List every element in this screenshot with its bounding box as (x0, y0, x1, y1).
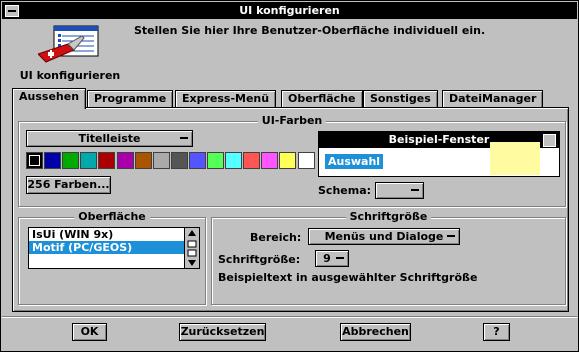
schema-label: Schema: (318, 184, 372, 197)
cancel-button-label: Abbrechen (342, 325, 409, 338)
help-button-label: ? (493, 325, 500, 338)
font-size-value: 9 (323, 252, 331, 265)
tab-label: Programme (94, 92, 167, 105)
ok-button-label: OK (80, 325, 99, 338)
chevron-down-icon (447, 235, 455, 237)
tab-programme[interactable]: Programme (87, 90, 174, 107)
preview-window: Beispiel-Fenster Auswahl (318, 131, 560, 177)
tab-label: Express-Menü (182, 92, 270, 105)
color-swatch[interactable] (134, 152, 152, 169)
tab-label: Oberfläche (288, 92, 356, 105)
color-swatch[interactable] (26, 152, 43, 169)
256-colors-button-label: 256 Farben... (27, 178, 110, 191)
preview-yellow-area (490, 142, 540, 175)
cancel-button[interactable]: Abbrechen (340, 323, 411, 341)
chevron-down-icon (180, 137, 188, 139)
preview-title: Beispiel-Fenster (388, 133, 490, 146)
surface-group-title: Oberfläche (74, 210, 150, 223)
help-button[interactable]: ? (483, 323, 510, 341)
color-swatch[interactable] (225, 152, 243, 169)
preview-close-icon (543, 134, 556, 147)
ui-config-icon-label: UI konfigurieren (19, 69, 121, 82)
window-title: UI konfigurieren (239, 4, 340, 17)
color-swatch[interactable] (80, 152, 98, 169)
color-swatch[interactable] (207, 152, 224, 169)
tab-sonstiges[interactable]: Sonstiges (363, 90, 438, 107)
256-colors-button[interactable]: 256 Farben... (26, 176, 111, 194)
area-select[interactable]: Menüs und Dialoge (308, 228, 460, 245)
ok-button[interactable]: OK (72, 323, 107, 341)
area-label: Bereich: (250, 231, 302, 244)
reset-button-label: Zurücksetzen (180, 325, 265, 338)
color-swatch[interactable] (116, 152, 134, 169)
color-swatch[interactable] (243, 152, 261, 169)
schema-select[interactable] (375, 182, 424, 199)
font-size-select[interactable]: 9 (315, 250, 349, 267)
color-swatch[interactable] (297, 152, 315, 169)
tab-oberflaeche[interactable]: Oberfläche (281, 90, 363, 107)
color-swatch[interactable] (152, 152, 170, 169)
header-description: Stellen Sie hier Ihre Benutzer-Oberfläch… (134, 24, 486, 37)
color-swatch[interactable] (261, 152, 279, 169)
ui-config-icon (37, 24, 100, 66)
tab-label: Sonstiges (370, 92, 431, 105)
font-size-label: Schriftgröße: (218, 253, 301, 266)
surface-list[interactable]: IsUi (WIN 9x) Motif (PC/GEOS) (28, 227, 200, 269)
color-element-select[interactable]: Titelleiste (26, 130, 193, 147)
font-size-group-title: Schriftgröße (345, 210, 432, 223)
color-swatch[interactable] (62, 152, 80, 169)
area-value: Menüs und Dialoge (324, 230, 444, 243)
preview-selection: Auswahl (325, 154, 384, 169)
tab-dateimanager[interactable]: DateiManager (442, 90, 544, 107)
tab-aussehen[interactable]: Aussehen (12, 88, 87, 109)
reset-button[interactable]: Zurücksetzen (179, 323, 266, 341)
title-bar[interactable]: UI konfigurieren (2, 2, 577, 19)
color-swatch[interactable] (188, 152, 206, 169)
tab-express-menu[interactable]: Express-Menü (175, 90, 277, 107)
tab-label: Aussehen (19, 90, 80, 103)
chevron-down-icon (336, 257, 344, 259)
tab-label: DateiManager (449, 92, 537, 105)
color-swatch[interactable] (279, 152, 297, 169)
dialog-window: UI konfigurieren UI konfigurieren Stelle… (0, 0, 579, 352)
color-element-value: Titelleiste (78, 132, 141, 145)
font-sample-text: Beispieltext in ausgewählter Schriftgröß… (218, 271, 478, 284)
system-menu-button[interactable] (5, 5, 19, 17)
ui-colors-group-title: UI-Farben (257, 114, 327, 127)
color-swatch[interactable] (98, 152, 116, 169)
scroll-arrows-icon (187, 230, 197, 266)
list-item[interactable]: IsUi (WIN 9x) (29, 228, 199, 241)
chevron-down-icon (411, 189, 419, 191)
color-swatch[interactable] (170, 152, 188, 169)
color-swatch[interactable] (44, 152, 62, 169)
scrollbar[interactable] (184, 228, 199, 268)
list-item[interactable]: Motif (PC/GEOS) (29, 241, 199, 254)
